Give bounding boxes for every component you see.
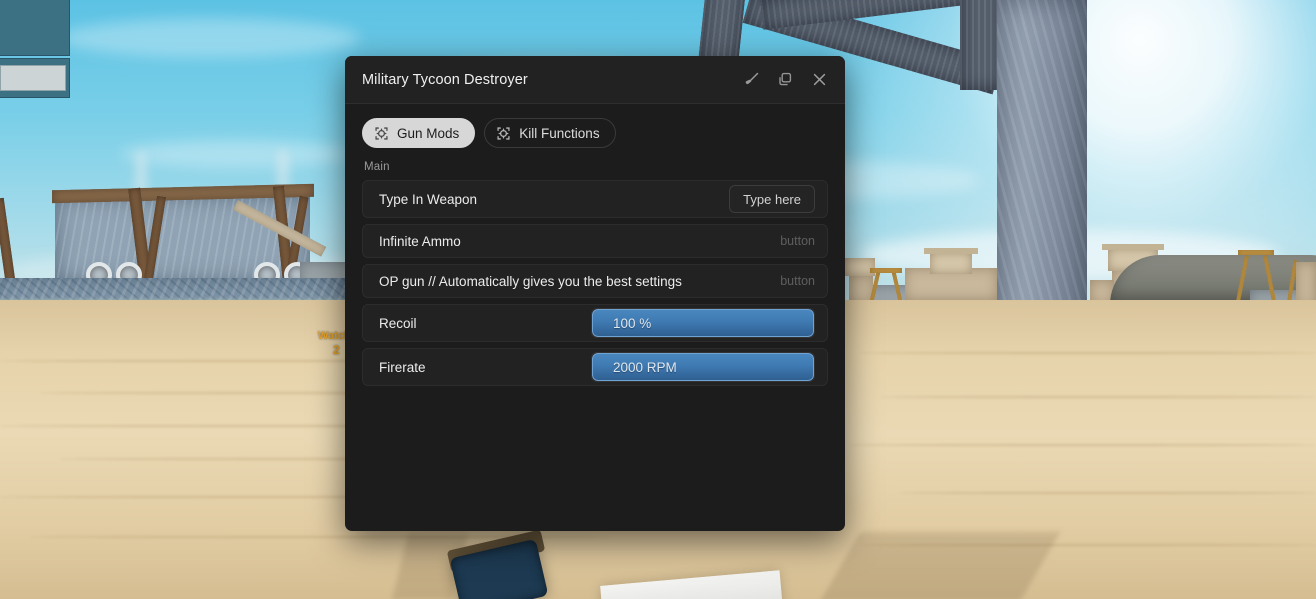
row-type-in-weapon: Type In Weapon Type here xyxy=(362,180,828,218)
watch-count: 2 xyxy=(333,343,340,357)
script-hub-window: Military Tycoon Destroyer Gun Mods Kill … xyxy=(345,56,845,531)
sand-ripple xyxy=(860,352,1316,354)
watchtower-roof xyxy=(924,248,978,254)
window-title: Military Tycoon Destroyer xyxy=(362,71,528,88)
sand-ripple xyxy=(900,492,1316,494)
row-label: Recoil xyxy=(379,315,417,331)
watchtower-top xyxy=(845,258,875,276)
cloud xyxy=(60,18,360,58)
firerate-slider-fill: 2000 RPM xyxy=(592,353,814,381)
watchtower-roof xyxy=(1102,244,1164,250)
crosshair-icon xyxy=(496,126,511,141)
recoil-slider[interactable]: 100 % xyxy=(591,308,815,338)
scaffold-beam xyxy=(870,268,902,273)
copy-icon[interactable] xyxy=(776,70,795,89)
settings-row-list: Type In Weapon Type here Infinite Ammo b… xyxy=(362,180,828,386)
tab-label: Kill Functions xyxy=(519,125,600,141)
ground-shadow xyxy=(819,532,1061,599)
tab-label: Gun Mods xyxy=(397,125,460,141)
section-label: Main xyxy=(364,161,390,173)
tab-gun-mods[interactable]: Gun Mods xyxy=(362,118,476,148)
titlebar-controls xyxy=(742,70,829,89)
brush-icon[interactable] xyxy=(742,70,761,89)
tab-kill-functions[interactable]: Kill Functions xyxy=(484,118,616,148)
close-icon[interactable] xyxy=(810,70,829,89)
window-titlebar[interactable]: Military Tycoon Destroyer xyxy=(345,56,845,104)
cloud xyxy=(120,140,350,168)
scaffold-beam xyxy=(1238,250,1274,255)
weapon-name-input[interactable]: Type here xyxy=(729,185,815,213)
game-hud-panel xyxy=(0,0,70,56)
firerate-slider-value: 2000 RPM xyxy=(613,359,677,375)
row-label: Type In Weapon xyxy=(379,191,478,207)
watchtower-top xyxy=(930,252,972,274)
row-recoil: Recoil 100 % xyxy=(362,304,828,342)
sand-ripple xyxy=(850,444,1316,446)
sand-ripple xyxy=(880,396,1316,398)
row-op-gun[interactable]: OP gun // Automatically gives you the be… xyxy=(362,264,828,298)
firerate-slider[interactable]: 2000 RPM xyxy=(591,352,815,382)
row-label: Infinite Ammo xyxy=(379,233,461,249)
row-infinite-ammo[interactable]: Infinite Ammo button xyxy=(362,224,828,258)
row-firerate: Firerate 2000 RPM xyxy=(362,348,828,386)
row-control-hint: button xyxy=(780,274,815,288)
row-label: OP gun // Automatically gives you the be… xyxy=(379,273,682,289)
crosshair-icon xyxy=(374,126,389,141)
game-hud-field xyxy=(0,65,66,91)
recoil-slider-fill: 100 % xyxy=(592,309,814,337)
row-control-hint: button xyxy=(780,234,815,248)
row-label: Firerate xyxy=(379,359,426,375)
recoil-slider-value: 100 % xyxy=(613,315,652,331)
tab-bar: Gun Mods Kill Functions xyxy=(362,118,828,148)
window-body: Gun Mods Kill Functions Main Type In Wea… xyxy=(345,104,845,386)
